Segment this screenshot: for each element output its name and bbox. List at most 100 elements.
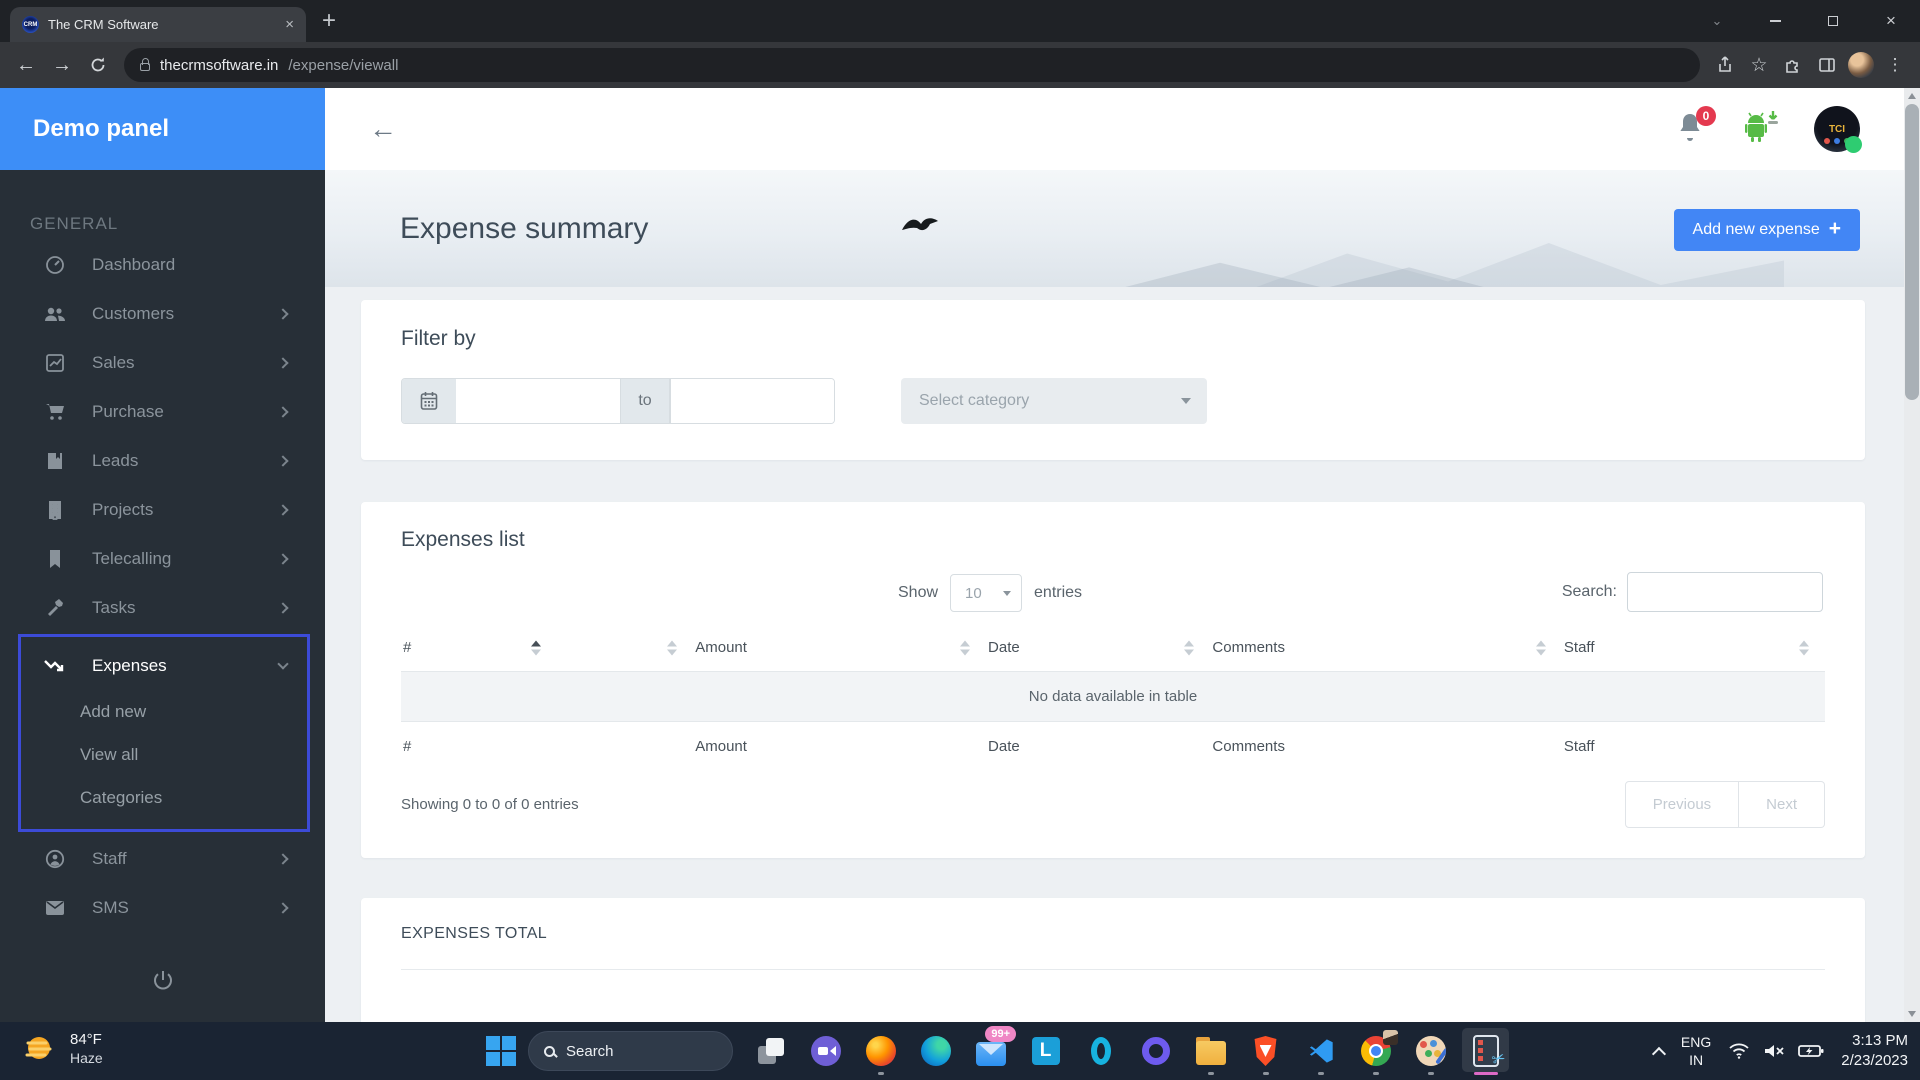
page-length-select[interactable]: 10	[950, 574, 1022, 612]
firefox-button[interactable]	[853, 1022, 908, 1080]
sidebar-item-customers[interactable]: Customers	[0, 289, 325, 338]
tab-title: The CRM Software	[48, 17, 276, 32]
sort-arrows-icon	[1184, 640, 1194, 655]
expenses-list-heading: Expenses list	[401, 528, 1825, 552]
task-view-button[interactable]	[743, 1022, 798, 1080]
edge-button[interactable]	[908, 1022, 963, 1080]
taskbar-search-box[interactable]: Search	[528, 1031, 733, 1071]
file-explorer-button[interactable]	[1183, 1022, 1238, 1080]
mail-unread-badge: 99+	[985, 1026, 1016, 1042]
app-back-arrow[interactable]: ←	[369, 113, 397, 145]
side-panel-icon[interactable]	[1810, 48, 1844, 82]
scrollbar-thumb[interactable]	[1905, 104, 1919, 400]
loop-app-button[interactable]	[1128, 1022, 1183, 1080]
window-minimize-button[interactable]	[1746, 0, 1804, 42]
search-icon	[544, 1046, 555, 1057]
share-icon[interactable]	[1708, 48, 1742, 82]
sidebar-item-label: Expenses	[92, 656, 167, 676]
forward-button[interactable]: →	[44, 47, 80, 83]
browser-tab[interactable]: CRM The CRM Software ×	[10, 7, 306, 42]
sidebar-subitem-view-all[interactable]: View all	[21, 733, 307, 776]
add-new-expense-button[interactable]: Add new expense +	[1674, 209, 1860, 251]
android-app-download-icon[interactable]	[1740, 109, 1780, 150]
sidebar-subitem-add-new[interactable]: Add new	[21, 690, 307, 733]
brave-button[interactable]	[1238, 1022, 1293, 1080]
column-header-date[interactable]: Date	[986, 624, 1210, 672]
taskbar-clock[interactable]: 3:13 PM 2/23/2023	[1841, 1031, 1908, 1072]
window-maximize-button[interactable]	[1804, 0, 1862, 42]
language-line1: ENG	[1681, 1033, 1711, 1051]
sidebar-item-leads[interactable]: Leads	[0, 436, 325, 485]
column-header-comments[interactable]: Comments	[1210, 624, 1561, 672]
taskbar-weather-widget[interactable]: 84°F Haze	[20, 1030, 103, 1068]
sidebar-item-dashboard[interactable]: Dashboard	[0, 240, 325, 289]
column-header-amount[interactable]: Amount	[693, 624, 986, 672]
sidebar-item-label: Dashboard	[92, 255, 175, 275]
browser-menu-kebab-icon[interactable]: ⋮	[1878, 48, 1912, 82]
previous-page-button[interactable]: Previous	[1625, 781, 1739, 828]
paint-palette-icon	[1416, 1036, 1446, 1066]
sidebar-item-sales[interactable]: Sales	[0, 338, 325, 387]
sidebar-item-projects[interactable]: Projects	[0, 485, 325, 534]
date-to-label: to	[620, 379, 670, 423]
volume-muted-icon	[1763, 1042, 1785, 1060]
scrollbar-up-arrow[interactable]	[1908, 93, 1916, 99]
sidebar-subitem-categories[interactable]: Categories	[21, 776, 307, 819]
sidebar-item-staff[interactable]: Staff	[0, 834, 325, 883]
clock-date: 2/23/2023	[1841, 1051, 1908, 1071]
chevron-right-icon	[277, 602, 288, 613]
app-top-bar: ← 0 TCI	[325, 88, 1904, 170]
date-to-input[interactable]	[670, 379, 834, 423]
column-header-index[interactable]: #	[401, 624, 557, 672]
projects-building-icon	[44, 499, 66, 521]
sidebar-item-sms[interactable]: SMS	[0, 883, 325, 932]
opera-button[interactable]	[1073, 1022, 1128, 1080]
windows-start-button[interactable]	[486, 1036, 516, 1066]
notification-badge: 0	[1696, 106, 1716, 126]
snipping-tool-button[interactable]: ✂	[1458, 1022, 1513, 1080]
column-header-staff[interactable]: Staff	[1562, 624, 1825, 672]
browser-dropdown-chevron-icon[interactable]: ⌄	[1688, 0, 1746, 42]
tab-close-icon[interactable]: ×	[285, 16, 294, 33]
extensions-puzzle-icon[interactable]	[1776, 48, 1810, 82]
chrome-button[interactable]	[1348, 1022, 1403, 1080]
reload-button[interactable]	[80, 47, 116, 83]
system-icons[interactable]	[1728, 1042, 1824, 1060]
language-indicator[interactable]: ENG IN	[1681, 1033, 1711, 1069]
new-tab-button[interactable]: +	[322, 7, 336, 35]
sort-arrows-icon	[1536, 640, 1546, 655]
vscode-button[interactable]	[1293, 1022, 1348, 1080]
logout-power-button[interactable]	[0, 968, 325, 994]
scrollbar-down-arrow[interactable]	[1908, 1011, 1916, 1017]
column-header-unnamed[interactable]	[557, 624, 693, 672]
video-chat-icon	[811, 1036, 841, 1066]
back-button[interactable]: ←	[8, 47, 44, 83]
notifications-bell-icon[interactable]: 0	[1676, 112, 1706, 146]
tray-chevron-up-icon[interactable]	[1652, 1046, 1666, 1060]
window-close-button[interactable]: ×	[1862, 0, 1920, 42]
l-app-button[interactable]: L	[1018, 1022, 1073, 1080]
chevron-right-icon	[277, 553, 288, 564]
paint-button[interactable]	[1403, 1022, 1458, 1080]
date-range-group: to	[401, 378, 835, 424]
sort-arrows-icon	[960, 640, 970, 655]
sidebar-item-purchase[interactable]: Purchase	[0, 387, 325, 436]
video-chat-app-button[interactable]	[798, 1022, 853, 1080]
screen: CRM The CRM Software × + ⌄ × ← → thecrms…	[0, 0, 1920, 1080]
bookmark-star-icon[interactable]: ☆	[1742, 48, 1776, 82]
date-from-input[interactable]	[456, 379, 620, 423]
chevron-down-icon	[277, 658, 288, 669]
sidebar-item-label: Tasks	[92, 598, 135, 618]
next-page-button[interactable]: Next	[1739, 781, 1825, 828]
sidebar-item-telecalling[interactable]: Telecalling	[0, 534, 325, 583]
chevron-right-icon	[277, 853, 288, 864]
table-search-input[interactable]	[1627, 572, 1823, 612]
category-select[interactable]: Select category	[901, 378, 1207, 424]
sidebar-item-tasks[interactable]: Tasks	[0, 583, 325, 632]
browser-profile-avatar[interactable]	[1844, 48, 1878, 82]
mail-button[interactable]: 99+	[963, 1022, 1018, 1080]
sidebar-item-expenses[interactable]: Expenses	[21, 641, 307, 690]
address-bar[interactable]: thecrmsoftware.in/expense/viewall	[124, 48, 1700, 82]
page-scrollbar[interactable]	[1904, 88, 1920, 1022]
user-avatar[interactable]: TCI	[1814, 106, 1860, 152]
